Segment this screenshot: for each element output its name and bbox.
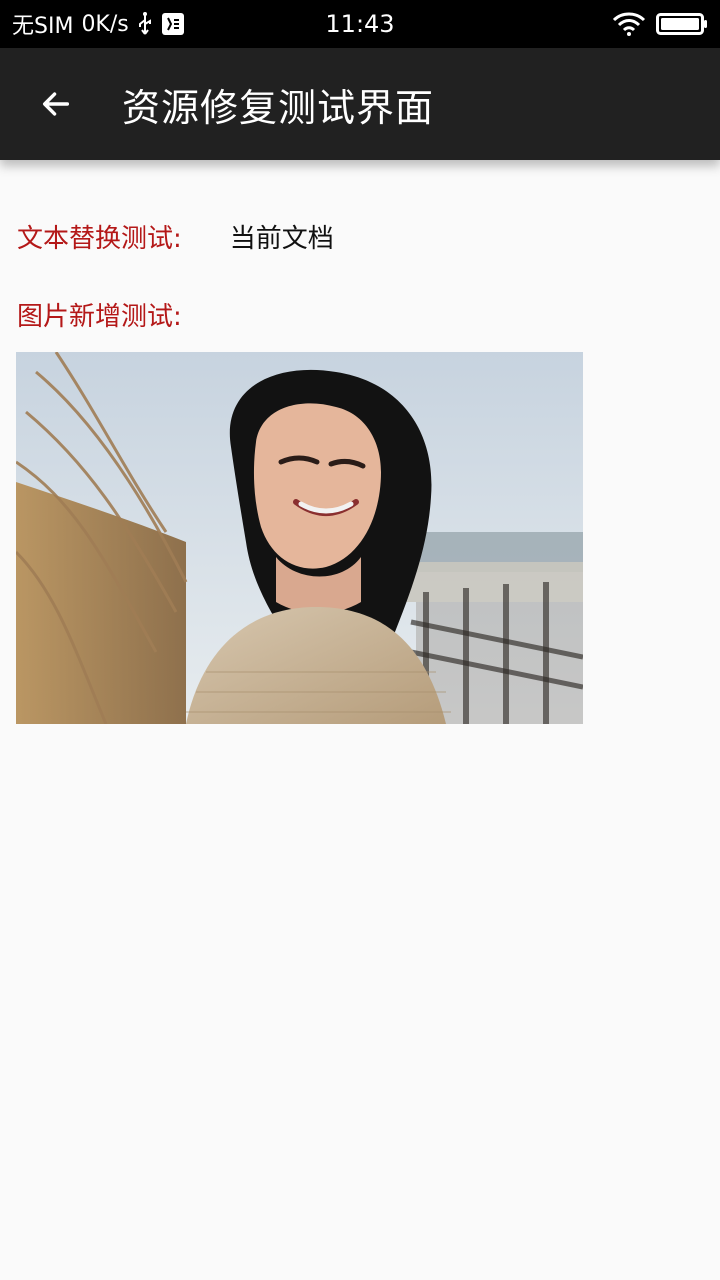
arrow-left-icon bbox=[39, 87, 73, 121]
app-bar: 资源修复测试界面 bbox=[0, 48, 720, 160]
page-title: 资源修复测试界面 bbox=[122, 85, 435, 130]
battery-icon bbox=[656, 12, 708, 36]
status-right bbox=[612, 0, 708, 48]
back-button[interactable] bbox=[24, 76, 88, 132]
image-test-label: 图片新增测试: bbox=[17, 302, 182, 332]
text-test-value: 当前文档 bbox=[229, 224, 334, 254]
portrait-photo bbox=[16, 352, 583, 724]
wifi-icon bbox=[612, 12, 646, 36]
text-test-row: 文本替换测试: 当前文档 bbox=[17, 218, 334, 255]
text-test-label: 文本替换测试: bbox=[17, 224, 182, 254]
status-bar: 无SIM 0K/s 11:43 bbox=[0, 0, 720, 48]
